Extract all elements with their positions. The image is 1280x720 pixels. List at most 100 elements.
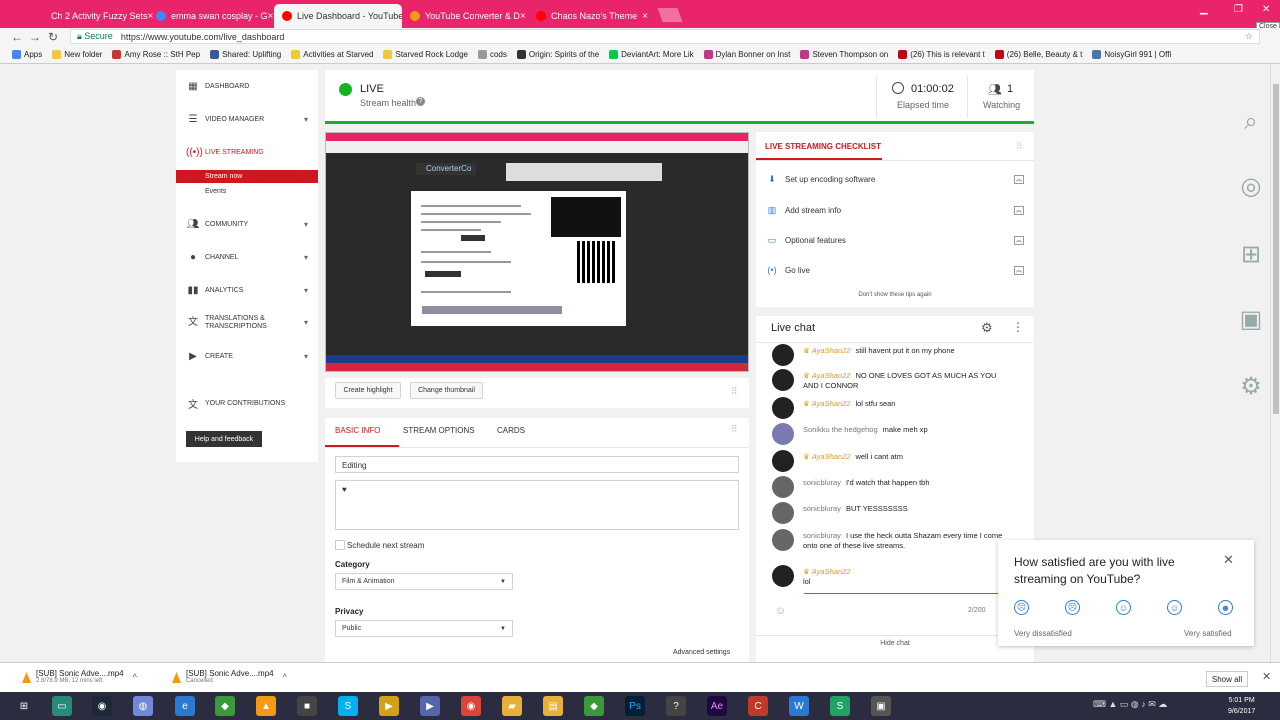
download-item[interactable]: [SUB] Sonic Adve....mp4 Cancelled ^: [172, 669, 287, 684]
download-item[interactable]: [SUB] Sonic Adve....mp4 2.8/78.9 MB, 12 m…: [22, 669, 137, 684]
dont-show-tips-link[interactable]: Don't show these tips again: [756, 292, 1034, 298]
folder-icon[interactable]: ▰: [502, 696, 522, 716]
windows-icon[interactable]: ⊞: [1235, 240, 1267, 272]
avatar[interactable]: [772, 397, 794, 419]
browser-icon[interactable]: e: [175, 696, 195, 716]
app-icon[interactable]: ◆: [584, 696, 604, 716]
bookmark-item[interactable]: DeviantArt: More Lik: [609, 50, 694, 59]
bookmark-star-icon[interactable]: ☆: [1245, 31, 1253, 42]
bookmark-item[interactable]: Activities at Starved: [291, 50, 373, 59]
emoji-icon[interactable]: ☺: [775, 605, 786, 617]
reload-icon[interactable]: ↻: [44, 30, 62, 44]
privacy-select[interactable]: Public ▼: [335, 620, 513, 637]
create-highlight-button[interactable]: Create highlight: [335, 382, 401, 399]
sidebar-item-video-manager[interactable]: ☰ Video Manager ▾: [176, 108, 318, 130]
steam-icon[interactable]: ◉: [92, 696, 112, 716]
file-explorer-icon[interactable]: ▤: [543, 696, 563, 716]
checklist-item-go-live[interactable]: (•) Go live ︽: [766, 263, 1024, 277]
bookmark-item[interactable]: New folder: [52, 50, 102, 59]
tab-close-icon[interactable]: ×: [268, 11, 274, 22]
chat-input[interactable]: lol: [803, 577, 811, 586]
bookmark-item[interactable]: Steven Thompson on: [800, 50, 888, 59]
skype-icon[interactable]: S: [338, 696, 358, 716]
bookmark-item[interactable]: NoisyGirl 991 | Offi: [1092, 50, 1171, 59]
very-dissatisfied-face-icon[interactable]: ☹: [1014, 600, 1029, 615]
stream-preview-video[interactable]: ConverterCo: [325, 132, 749, 372]
sidebar-item-live-streaming[interactable]: ((•)) Live Streaming: [176, 141, 318, 163]
taskbar-clock[interactable]: 5:01 PM 9/6/2017: [1228, 695, 1255, 717]
media-player-icon[interactable]: ▶: [379, 696, 399, 716]
help-icon[interactable]: ?: [416, 97, 425, 106]
collapse-icon[interactable]: ︽: [1014, 205, 1024, 215]
help-icon[interactable]: ?: [666, 696, 686, 716]
avatar[interactable]: [772, 476, 794, 498]
sidebar-subitem-events[interactable]: Events: [205, 188, 226, 195]
system-tray[interactable]: ⌨ ▲ ▭ ◍ ♪ ✉ ☁: [1093, 699, 1167, 710]
bookmark-item[interactable]: Origin: Spirits of the: [516, 50, 599, 59]
hide-chat-button[interactable]: Hide chat: [756, 635, 1034, 647]
very-satisfied-face-icon[interactable]: ☻: [1218, 600, 1233, 615]
checklist-item-encoding[interactable]: ⬇ Set up encoding software ︽: [766, 172, 1024, 186]
sidebar-item-channel[interactable]: ● Channel ▾: [176, 246, 318, 268]
tab-close-icon[interactable]: ×: [642, 11, 648, 22]
app-icon[interactable]: ■: [297, 696, 317, 716]
tab-stream-options[interactable]: STREAM OPTIONS: [403, 426, 475, 435]
after-effects-icon[interactable]: Ae: [707, 696, 727, 716]
category-select[interactable]: Film & Animation ▼: [335, 573, 513, 590]
gear-icon[interactable]: ⚙: [981, 320, 993, 336]
window-close-icon[interactable]: ✕: [1262, 4, 1270, 15]
app-icon[interactable]: ◆: [215, 696, 235, 716]
photoshop-icon[interactable]: Ps: [625, 696, 645, 716]
sidebar-item-community[interactable]: 👥︎ Community ▾: [176, 213, 318, 235]
change-thumbnail-button[interactable]: Change thumbnail: [410, 382, 483, 399]
sidebar-item-create[interactable]: ▶ Create ▾: [176, 345, 318, 367]
checklist-item-stream-info[interactable]: ▥ Add stream info ︽: [766, 203, 1024, 217]
forward-icon[interactable]: →: [26, 30, 44, 44]
collapse-icon[interactable]: ︽: [1014, 235, 1024, 245]
tab-close-icon[interactable]: ×: [520, 11, 526, 22]
scrollbar-thumb[interactable]: [1273, 84, 1279, 414]
avatar[interactable]: [772, 502, 794, 524]
tab-basic-info[interactable]: BASIC INFO: [335, 426, 380, 435]
chevron-up-icon[interactable]: ^: [283, 672, 287, 682]
show-all-downloads-button[interactable]: Show all: [1206, 671, 1248, 687]
search-icon[interactable]: ⌕: [1235, 108, 1267, 140]
avatar[interactable]: [772, 369, 794, 391]
bookmark-item[interactable]: cods: [477, 50, 507, 59]
stream-description-input[interactable]: ♥: [335, 480, 739, 530]
stream-title-input[interactable]: Editing: [335, 456, 739, 473]
bookmark-item[interactable]: Apps: [12, 50, 42, 59]
avatar[interactable]: [772, 529, 794, 551]
browser-tab[interactable]: YouTube Converter & D ×: [402, 4, 530, 28]
checklist-item-optional[interactable]: ▭ Optional features ︽: [766, 233, 1024, 247]
drag-handle-icon[interactable]: ⠿: [1016, 141, 1023, 152]
schedule-checkbox[interactable]: [335, 540, 345, 550]
bookmark-item[interactable]: (26) This is relevant t: [898, 50, 985, 59]
avatar[interactable]: [772, 423, 794, 445]
sidebar-item-contributions[interactable]: 文 Your Contributions: [176, 392, 318, 414]
browser-tab-active[interactable]: Live Dashboard - YouTube×: [274, 4, 402, 28]
help-feedback-button[interactable]: Help and feedback: [186, 431, 262, 447]
discord-icon[interactable]: ◍: [133, 696, 153, 716]
sidebar-item-analytics[interactable]: ▮▮ Analytics ▾: [176, 279, 318, 301]
browser-tab[interactable]: emma swan cosplay - G ×: [148, 4, 276, 28]
new-tab-button[interactable]: [657, 8, 683, 22]
app-icon[interactable]: S: [830, 696, 850, 716]
network-icon[interactable]: ◎: [1235, 172, 1267, 204]
dissatisfied-face-icon[interactable]: ☹: [1065, 600, 1080, 615]
task-view-icon[interactable]: ▭: [52, 696, 72, 716]
bookmark-item[interactable]: Starved Rock Lodge: [383, 50, 468, 59]
drag-handle-icon[interactable]: ⠿: [731, 424, 738, 435]
vlc-icon[interactable]: ▲: [256, 696, 276, 716]
close-icon[interactable]: ✕: [1262, 670, 1271, 683]
maximize-icon[interactable]: ❐: [1234, 4, 1243, 15]
avatar[interactable]: [772, 450, 794, 472]
app-icon[interactable]: ▣: [871, 696, 891, 716]
more-options-icon[interactable]: ⋮: [1012, 320, 1024, 334]
close-icon[interactable]: ✕: [1223, 552, 1234, 568]
address-bar[interactable]: 🔒︎ Secure https://www.youtube.com/live_d…: [70, 29, 1260, 44]
sidebar-item-dashboard[interactable]: ▦ Dashboard: [176, 75, 318, 97]
collapse-icon[interactable]: ︽: [1014, 174, 1024, 184]
app-icon[interactable]: ▶: [420, 696, 440, 716]
devices-icon[interactable]: ▣: [1235, 305, 1267, 337]
